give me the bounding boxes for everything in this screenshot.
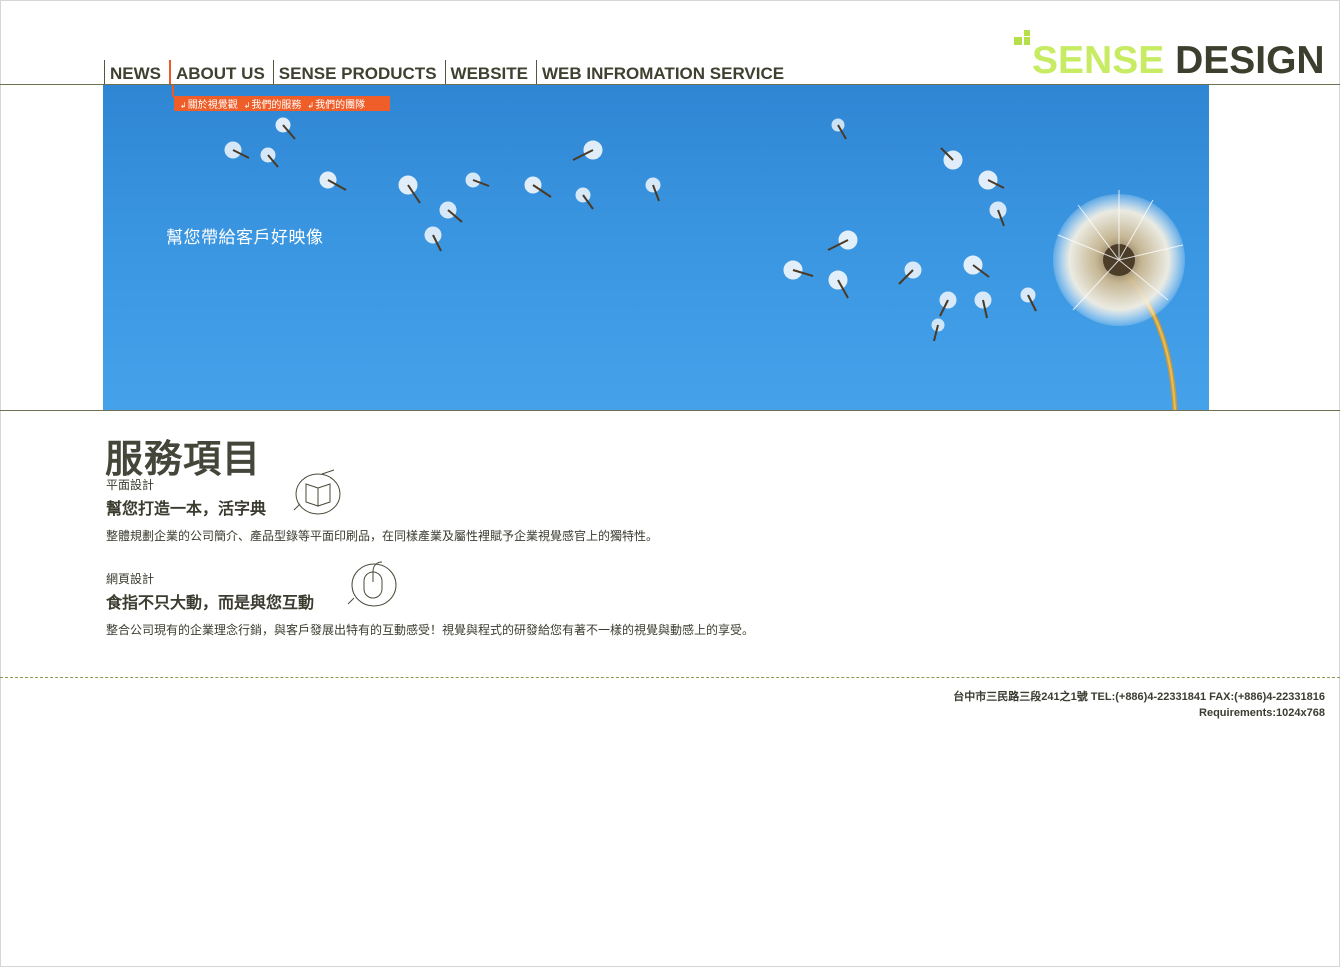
submenu-item-label: 我們的團隊: [315, 100, 366, 111]
about-submenu: ↲關於視覺觀 ↲我們的服務 ↲我們的團隊: [172, 85, 390, 111]
nav-about-us[interactable]: ABOUT US: [169, 60, 273, 84]
service-headline: 幫您打造一本，活字典: [106, 501, 267, 518]
nav-web-information-service[interactable]: WEB INFROMATION SERVICE: [535, 60, 792, 84]
hero-banner: 幫您帶給客戶好映像: [103, 85, 1209, 410]
logo-text-sense: SENSE: [1032, 39, 1165, 82]
arrow-icon: ↲: [180, 101, 187, 110]
logo-text: SENSE DESIGN: [1032, 39, 1325, 83]
submenu-item-vision[interactable]: ↲關於視覺觀: [180, 96, 238, 111]
nav-website[interactable]: WEBSITE: [444, 60, 536, 84]
logo-mark-icon: [1014, 30, 1030, 48]
footer-divider: [0, 677, 1340, 678]
submenu-item-label: 我們的服務: [251, 100, 302, 111]
hero-slogan: 幫您帶給客戶好映像: [166, 228, 324, 247]
footer-requirements: Requirements:1024x768: [1199, 707, 1325, 719]
submenu-item-services[interactable]: ↲我們的服務: [244, 96, 302, 111]
section-title: 服務項目: [105, 439, 262, 481]
service-description: 整合公司現有的企業理念行銷，與客戶發展出特有的互動感受！視覺與程式的研發給您有著…: [106, 623, 755, 637]
nav-sense-products[interactable]: SENSE PRODUCTS: [272, 60, 445, 84]
service-category: 網頁設計: [106, 572, 155, 586]
logo[interactable]: SENSE DESIGN: [1014, 30, 1325, 82]
service-web-design: 網頁設計 食指不只大動，而是與您互動 整合公司現有的企業理念行銷，與客戶發展出特…: [106, 570, 754, 638]
nav-news[interactable]: NEWS: [104, 60, 169, 84]
service-print-design: 平面設計 幫您打造一本，活字典 整體規劃企業的公司簡介、產品型錄等平面印刷品，在…: [106, 476, 658, 544]
hero-divider: [0, 410, 1340, 411]
footer: 台中市三民路三段241之1號 TEL:(+886)4-22331841 FAX:…: [953, 689, 1325, 721]
mouse-icon: [347, 561, 397, 607]
submenu-item-label: 關於視覺觀: [187, 100, 238, 111]
logo-text-design: DESIGN: [1175, 39, 1325, 82]
service-description: 整體規劃企業的公司簡介、產品型錄等平面印刷品，在同樣產業及屬性裡賦予企業視覺感官…: [106, 529, 659, 543]
service-category: 平面設計: [106, 478, 155, 492]
footer-address: 台中市三民路三段241之1號 TEL:(+886)4-22331841 FAX:…: [953, 691, 1325, 703]
service-headline: 食指不只大動，而是與您互動: [106, 595, 315, 612]
submenu-bar: ↲關於視覺觀 ↲我們的服務 ↲我們的團隊: [174, 96, 390, 111]
arrow-icon: ↲: [243, 101, 251, 110]
submenu-item-team[interactable]: ↲我們的團隊: [307, 96, 365, 111]
main-nav: NEWS ABOUT US SENSE PRODUCTS WEBSITE WEB…: [104, 60, 792, 84]
book-icon: [293, 469, 341, 515]
arrow-icon: ↲: [307, 101, 315, 110]
